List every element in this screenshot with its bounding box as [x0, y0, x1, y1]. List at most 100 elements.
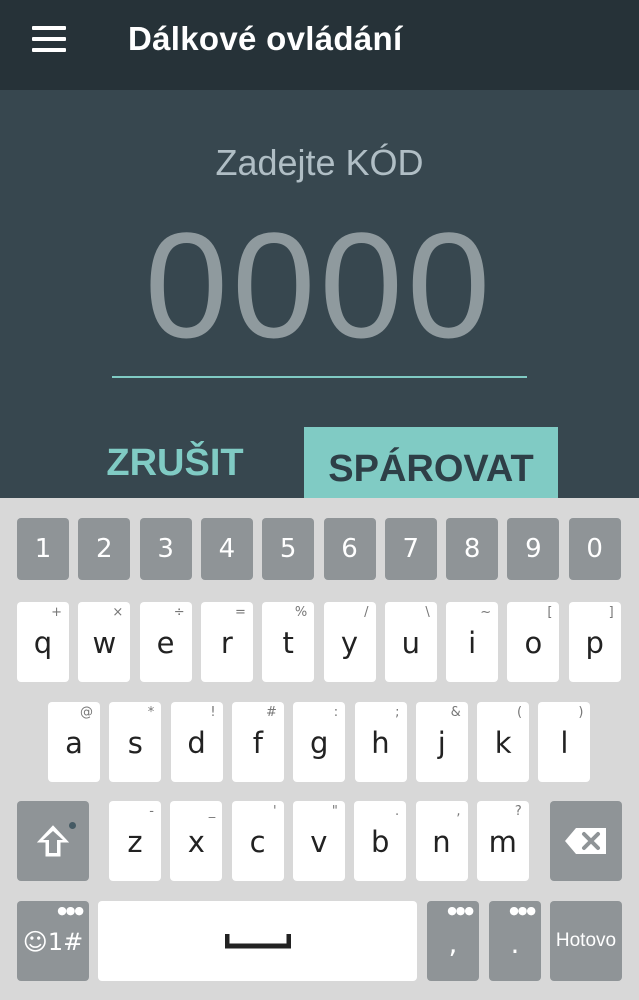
key-label: 5 [279, 534, 297, 564]
key-secondary-label: ? [514, 804, 522, 819]
key-secondary-label: ) [578, 705, 584, 720]
key-label: w [92, 626, 117, 660]
key-secondary-label: _ [208, 804, 216, 819]
key-label: 7 [402, 534, 420, 564]
key-secondary-label: @ [80, 705, 93, 720]
key-label: m [488, 825, 517, 859]
key-secondary-label: / [364, 605, 369, 620]
key-v[interactable]: " v [292, 801, 345, 881]
key-b[interactable]: .b [354, 801, 407, 881]
key-secondary-label: ( [517, 705, 523, 720]
code-input[interactable]: 0000 [112, 210, 527, 360]
more-options-dots-icon: ●●● [57, 904, 84, 917]
key-3[interactable]: 3 [139, 518, 192, 580]
key-0[interactable]: 0 [568, 518, 621, 580]
key-label: p [585, 626, 604, 660]
key-q[interactable]: + q [17, 602, 69, 682]
key-o[interactable]: [o [507, 602, 560, 682]
key-secondary-label: + [51, 605, 62, 620]
key-7[interactable]: 7 [384, 518, 437, 580]
key-label: s [127, 726, 143, 760]
key-8[interactable]: 8 [446, 518, 499, 580]
key-d[interactable]: ! d [170, 702, 223, 782]
key-label: b [370, 825, 390, 859]
key-label: d [187, 726, 206, 760]
comma-key[interactable]: ●●● , [427, 901, 479, 981]
shift-key[interactable] [17, 801, 89, 881]
key-label: y [340, 626, 359, 660]
key-x[interactable]: _ x [170, 801, 223, 881]
symbols-key[interactable]: ●●● ☺1# [17, 901, 89, 981]
input-underline [112, 376, 527, 378]
key-label: f [252, 726, 263, 760]
key-secondary-label: , [456, 804, 461, 819]
key-5[interactable]: 5 [262, 518, 315, 580]
key-label: 9 [525, 534, 542, 564]
key-secondary-label: = [234, 605, 246, 620]
key-secondary-label: \ [425, 605, 430, 620]
key-secondary-label: ! [210, 705, 216, 720]
key-w[interactable]: × w [78, 602, 131, 682]
key-secondary-label: " [331, 804, 338, 819]
key-h[interactable]: ; h [354, 702, 407, 782]
space-key[interactable] [98, 901, 417, 981]
cancel-button[interactable]: ZRUŠIT [90, 427, 260, 499]
key-6[interactable]: 6 [323, 518, 376, 580]
key-secondary-label: % [294, 605, 308, 620]
key-f[interactable]: # f [231, 702, 284, 782]
key-label: l [560, 726, 569, 760]
key-g[interactable]: :g [293, 702, 346, 782]
key-secondary-label: * [147, 705, 155, 720]
key-r[interactable]: = r [200, 602, 253, 682]
key-z[interactable]: -z [109, 801, 161, 881]
key-n[interactable]: ,n [415, 801, 468, 881]
key-secondary-label: ; [395, 705, 400, 720]
key-secondary-label: - [149, 804, 154, 819]
key-y[interactable]: / y [323, 602, 376, 682]
key-label: 2 [96, 534, 113, 564]
key-label: 8 [463, 534, 481, 564]
shift-indicator [69, 822, 76, 829]
key-label: x [187, 825, 205, 859]
key-l[interactable]: ) l [538, 702, 591, 782]
key-u[interactable]: \ u [384, 602, 437, 682]
key-label: c [249, 825, 266, 859]
key-1[interactable]: 1 [17, 518, 69, 580]
key-s[interactable]: * s [109, 702, 162, 782]
space-bar-icon [225, 934, 291, 949]
key-label: o [524, 626, 543, 660]
key-9[interactable]: 9 [507, 518, 560, 580]
key-4[interactable]: 4 [200, 518, 253, 580]
key-label: i [468, 626, 477, 660]
key-secondary-label: : [333, 705, 339, 720]
key-label: 6 [341, 534, 358, 564]
code-prompt: Zadejte KÓD [215, 142, 424, 183]
key-p[interactable]: ] p [568, 602, 621, 682]
key-j[interactable]: & j [415, 702, 468, 782]
period-key[interactable]: ●●● . [489, 901, 541, 981]
key-label: q [33, 626, 53, 660]
key-i[interactable]: ~ i [446, 602, 499, 682]
key-a[interactable]: @ a [48, 702, 100, 782]
key-label: 4 [218, 534, 236, 564]
symbols-key-label: ☺1# [22, 928, 84, 956]
pair-button[interactable]: SPÁROVAT [304, 427, 558, 499]
key-c[interactable]: ' c [231, 801, 284, 881]
key-label: r [220, 626, 233, 660]
key-label: 3 [157, 534, 174, 564]
comma-key-label: , [448, 927, 458, 960]
key-secondary-label: & [450, 705, 461, 720]
key-e[interactable]: ÷ e [139, 602, 192, 682]
key-k[interactable]: (k [477, 702, 530, 782]
hamburger-menu-icon[interactable] [32, 26, 66, 52]
key-secondary-label: ] [608, 605, 614, 620]
key-t[interactable]: % t [262, 602, 315, 682]
backspace-key[interactable] [550, 801, 622, 881]
key-label: 1 [34, 534, 52, 564]
done-key[interactable]: Hotovo [550, 901, 622, 981]
key-2[interactable]: 2 [78, 518, 131, 580]
on-screen-keyboard: ●●● ☺1# ●●● , ●●● . Hotovo 1 2 3 4 5 6 7 8 9 0 + q ×… [0, 498, 639, 1000]
key-label: g [309, 726, 329, 760]
key-m[interactable]: ? m [476, 801, 529, 881]
shift-arrow-icon [36, 825, 70, 857]
